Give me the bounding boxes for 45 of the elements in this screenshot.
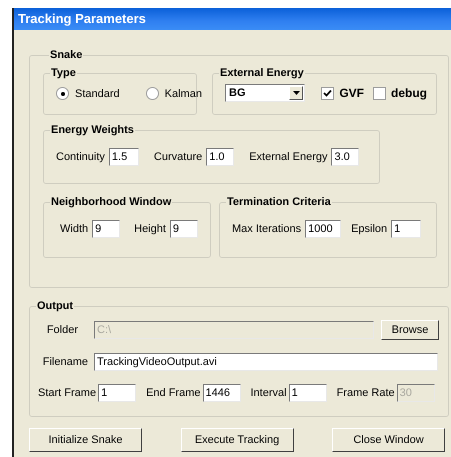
radio-button[interactable] [56, 87, 69, 100]
group-title: Neighborhood Window [50, 196, 172, 208]
window-title: Tracking Parameters [14, 8, 451, 30]
group-title: Output [36, 300, 74, 312]
dialog-button[interactable]: Initialize Snake [29, 428, 142, 452]
input-field[interactable]: 9 [170, 220, 198, 238]
dialog-button[interactable]: Close Window [332, 428, 445, 452]
field-label: Max Iterations [232, 223, 302, 235]
input-field[interactable]: TrackingVideoOutput.avi [94, 353, 438, 371]
checkbox[interactable] [321, 86, 334, 100]
radio-label: Standard [75, 88, 120, 100]
group-title: Termination Criteria [226, 196, 332, 208]
input-field[interactable]: 1.0 [206, 148, 234, 166]
input-field[interactable]: 1 [98, 384, 136, 402]
field-label: Folder [46, 324, 78, 336]
checkbox-label: debug [391, 86, 427, 100]
input-field[interactable]: 1446 [202, 384, 240, 402]
field-label: Start Frame [38, 387, 96, 399]
field-label: Continuity [56, 151, 105, 163]
dialog-button[interactable]: Execute Tracking [180, 428, 294, 452]
group-title: Type [50, 67, 77, 79]
checkbox[interactable] [373, 86, 386, 100]
field-label: End Frame [146, 387, 200, 399]
input-field[interactable]: 1 [288, 384, 327, 402]
field-label: Filename [42, 356, 88, 368]
group-title: External Energy [219, 67, 305, 79]
field-label: Width [60, 223, 88, 235]
dropdown[interactable]: BG [225, 84, 306, 102]
field-label: Frame Rate [336, 387, 395, 399]
checkbox-label: GVF [339, 86, 364, 100]
field-label: Epsilon [351, 223, 388, 235]
input-field[interactable]: 9 [92, 220, 120, 238]
input-field[interactable]: 1 [391, 220, 422, 238]
input-field[interactable]: 3.0 [331, 148, 360, 166]
browse-button[interactable]: Browse [381, 320, 439, 340]
field-label: Interval [250, 387, 287, 399]
field-label: External Energy [249, 151, 328, 163]
input-field[interactable]: 1000 [305, 220, 342, 238]
radio-button[interactable] [146, 87, 159, 100]
input-field[interactable]: 1.5 [108, 148, 139, 166]
field-label: Curvature [154, 151, 202, 163]
group-title: Snake [49, 49, 84, 61]
field-label: Height [134, 223, 166, 235]
radio-label: Kalman [164, 88, 202, 100]
group-title: Energy Weights [50, 124, 135, 136]
